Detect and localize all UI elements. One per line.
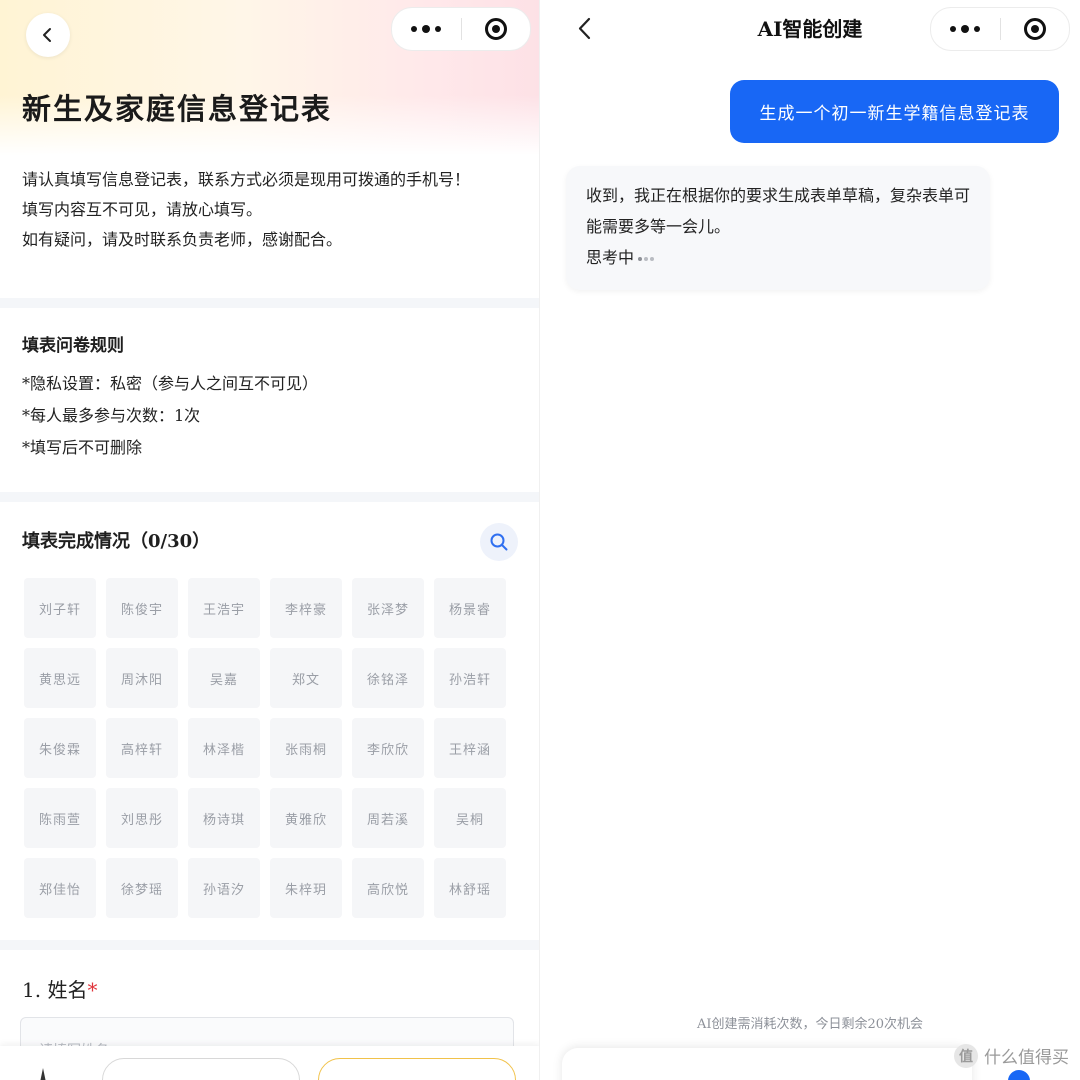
ai-status-text: 思考中 xyxy=(586,248,635,267)
chevron-left-icon xyxy=(43,28,51,42)
more-button[interactable] xyxy=(931,8,1000,50)
intro-line: 填写内容互不可见，请放心填写。 xyxy=(22,200,263,219)
usage-notice: AI创建需消耗次数，今日剩余20次机会 xyxy=(696,1017,924,1032)
participant-grid: 刘子轩 陈俊宇 王浩宇 李梓豪 张泽梦 杨景睿 黄思远 周沐阳 吴嘉 郑文 徐铭… xyxy=(24,578,514,918)
participant-chip: 黄思远 xyxy=(24,648,96,708)
participant-chip: 孙浩轩 xyxy=(434,648,506,708)
close-miniprogram-button[interactable] xyxy=(462,8,531,50)
target-circle-icon xyxy=(484,18,507,40)
participant-chip: 王浩宇 xyxy=(188,578,260,638)
chat-input-panel[interactable] xyxy=(562,1048,972,1080)
rule-item: *每人最多参与次数：1次 xyxy=(22,406,201,425)
intro-line: 如有疑问，请及时联系负责老师，感谢配合。 xyxy=(22,230,343,249)
participant-chip: 林舒瑶 xyxy=(434,858,506,918)
ai-create-screen: AI智能创建 生成一个初一新生学籍信息登记表 收到，我正在根据你的要求生成表单草… xyxy=(540,0,1080,1080)
question-label: 1. 姓名* xyxy=(22,974,97,1006)
more-button[interactable] xyxy=(392,8,461,50)
participant-chip: 李梓豪 xyxy=(270,578,342,638)
rule-item: *隐私设置：私密（参与人之间互不可见） xyxy=(22,374,319,393)
participant-chip: 陈雨萱 xyxy=(24,788,96,848)
section-divider xyxy=(0,940,540,950)
form-title: 新生及家庭信息登记表 xyxy=(22,92,333,126)
more-dots-icon xyxy=(411,25,442,33)
required-mark: * xyxy=(87,978,98,1002)
participant-chip: 高梓轩 xyxy=(106,718,178,778)
participant-chip: 孙语汐 xyxy=(188,858,260,918)
rule-item: *填写后不可删除 xyxy=(22,438,143,457)
participant-chip: 陈俊宇 xyxy=(106,578,178,638)
send-button[interactable] xyxy=(1008,1070,1030,1080)
participant-chip: 张雨桐 xyxy=(270,718,342,778)
participant-chip: 周若溪 xyxy=(352,788,424,848)
participant-chip: 李欣欣 xyxy=(352,718,424,778)
participant-chip: 高欣悦 xyxy=(352,858,424,918)
intro-line: 请认真填写信息登记表，联系方式必须是现用可拨通的手机号！ xyxy=(22,170,471,189)
watermark-logo-icon: 值 xyxy=(954,1043,978,1068)
participant-chip: 刘子轩 xyxy=(24,578,96,638)
participant-chip: 刘思彤 xyxy=(106,788,178,848)
participant-chip: 王梓涵 xyxy=(434,718,506,778)
back-button[interactable] xyxy=(26,13,70,57)
form-intro: 请认真填写信息登记表，联系方式必须是现用可拨通的手机号！ 填写内容互不可见，请放… xyxy=(22,165,522,255)
close-miniprogram-button[interactable] xyxy=(1001,8,1070,50)
participant-chip: 杨诗琪 xyxy=(188,788,260,848)
watermark-text: 什么值得买 xyxy=(984,1048,1069,1068)
section-divider xyxy=(0,298,540,308)
user-message-bubble: 生成一个初一新生学籍信息登记表 xyxy=(730,80,1059,143)
participant-chip: 黄雅欣 xyxy=(270,788,342,848)
capsule-menu xyxy=(391,7,531,51)
ai-message-text: 收到，我正在根据你的要求生成表单草稿，复杂表单可能需要多等一会儿。 xyxy=(586,186,971,236)
star-icon[interactable] xyxy=(34,1068,52,1080)
rules-heading: 填表问卷规则 xyxy=(22,336,124,356)
section-divider xyxy=(0,492,540,502)
form-screen: 新生及家庭信息登记表 请认真填写信息登记表，联系方式必须是现用可拨通的手机号！ … xyxy=(0,0,540,1080)
completion-heading: 填表完成情况（0/30） xyxy=(22,531,211,552)
participant-chip: 徐梦瑶 xyxy=(106,858,178,918)
submit-button[interactable] xyxy=(318,1058,516,1080)
participant-chip: 郑佳怡 xyxy=(24,858,96,918)
participant-chip: 周沐阳 xyxy=(106,648,178,708)
participant-chip: 吴嘉 xyxy=(188,648,260,708)
participant-chip: 杨景睿 xyxy=(434,578,506,638)
capsule-menu xyxy=(930,7,1070,51)
participant-chip: 朱梓玥 xyxy=(270,858,342,918)
search-button[interactable] xyxy=(480,523,518,561)
more-dots-icon xyxy=(950,25,981,33)
rules-section: 填表问卷规则 *隐私设置：私密（参与人之间互不可见） *每人最多参与次数：1次 … xyxy=(22,330,522,464)
ai-status: 思考中 xyxy=(586,242,970,273)
participant-chip: 吴桐 xyxy=(434,788,506,848)
participant-chip: 朱俊霖 xyxy=(24,718,96,778)
secondary-action-button[interactable] xyxy=(102,1058,300,1080)
question-text: 1. 姓名 xyxy=(22,978,88,1002)
participant-chip: 张泽梦 xyxy=(352,578,424,638)
search-icon xyxy=(490,533,508,551)
participant-chip: 徐铭泽 xyxy=(352,648,424,708)
ai-message-bubble: 收到，我正在根据你的要求生成表单草稿，复杂表单可能需要多等一会儿。 思考中 xyxy=(566,166,990,290)
target-circle-icon xyxy=(1023,18,1046,40)
watermark: 值 什么值得买 xyxy=(954,1043,1069,1068)
loading-dots-icon xyxy=(638,256,655,261)
participant-chip: 郑文 xyxy=(270,648,342,708)
participant-chip: 林泽楷 xyxy=(188,718,260,778)
